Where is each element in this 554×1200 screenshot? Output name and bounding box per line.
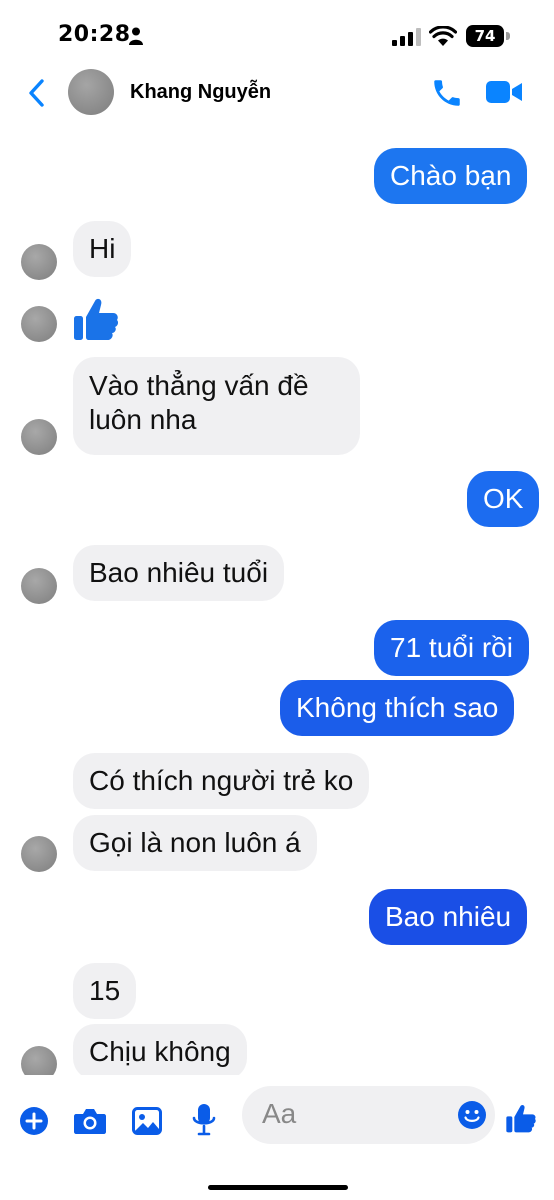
- phone-icon[interactable]: [430, 76, 464, 110]
- contact-name[interactable]: Khang Nguyễn: [130, 81, 271, 104]
- chat-header: Khang Nguyễn: [0, 62, 554, 128]
- microphone-icon[interactable]: [192, 1103, 216, 1137]
- message-input-placeholder: Aa: [262, 1098, 297, 1129]
- battery-level: 74: [466, 25, 504, 47]
- battery-icon: 74: [466, 25, 510, 47]
- message-line: luôn nha: [89, 404, 197, 435]
- thumbs-up-icon[interactable]: [72, 296, 120, 344]
- cellular-signal-icon: [392, 28, 421, 46]
- message-bubble-incoming[interactable]: Chịu không: [73, 1024, 247, 1080]
- thumbs-up-icon[interactable]: [505, 1103, 537, 1135]
- message-bubble-outgoing[interactable]: 71 tuổi rồi: [374, 620, 529, 676]
- sender-avatar[interactable]: [21, 306, 57, 342]
- image-icon[interactable]: [132, 1107, 162, 1135]
- emoji-icon[interactable]: [457, 1100, 487, 1130]
- message-bubble-incoming[interactable]: Vào thẳng vấn đề luôn nha: [73, 357, 360, 455]
- home-indicator[interactable]: [208, 1185, 348, 1190]
- back-chevron-icon[interactable]: [22, 76, 54, 110]
- message-bubble-incoming[interactable]: 15: [73, 963, 137, 1019]
- person-icon: [129, 27, 143, 45]
- video-camera-icon[interactable]: [485, 78, 523, 106]
- message-bubble-incoming[interactable]: Hi: [73, 221, 132, 277]
- wifi-icon: [429, 26, 457, 46]
- message-bubble-outgoing[interactable]: OK: [467, 471, 540, 527]
- message-bubble-incoming[interactable]: Bao nhiêu tuổi: [73, 545, 285, 601]
- message-line: Vào thẳng vấn đề: [89, 370, 309, 401]
- message-input[interactable]: Aa: [242, 1086, 495, 1144]
- message-bubble-outgoing[interactable]: Không thích sao: [280, 680, 515, 736]
- message-composer: Aa: [0, 1075, 554, 1200]
- status-time: 20:28: [58, 22, 131, 47]
- contact-avatar[interactable]: [68, 69, 114, 115]
- sender-avatar[interactable]: [21, 244, 57, 280]
- message-bubble-incoming[interactable]: Gọi là non luôn á: [73, 815, 317, 871]
- sender-avatar[interactable]: [21, 836, 57, 872]
- status-bar: 20:28 74: [0, 0, 554, 70]
- message-bubble-outgoing[interactable]: Chào bạn: [374, 148, 528, 204]
- sender-avatar[interactable]: [21, 568, 57, 604]
- plus-icon[interactable]: [19, 1106, 49, 1136]
- message-bubble-incoming[interactable]: Có thích người trẻ ko: [73, 753, 370, 809]
- message-bubble-outgoing[interactable]: Bao nhiêu: [369, 889, 528, 945]
- camera-icon[interactable]: [73, 1106, 107, 1136]
- sender-avatar[interactable]: [21, 419, 57, 455]
